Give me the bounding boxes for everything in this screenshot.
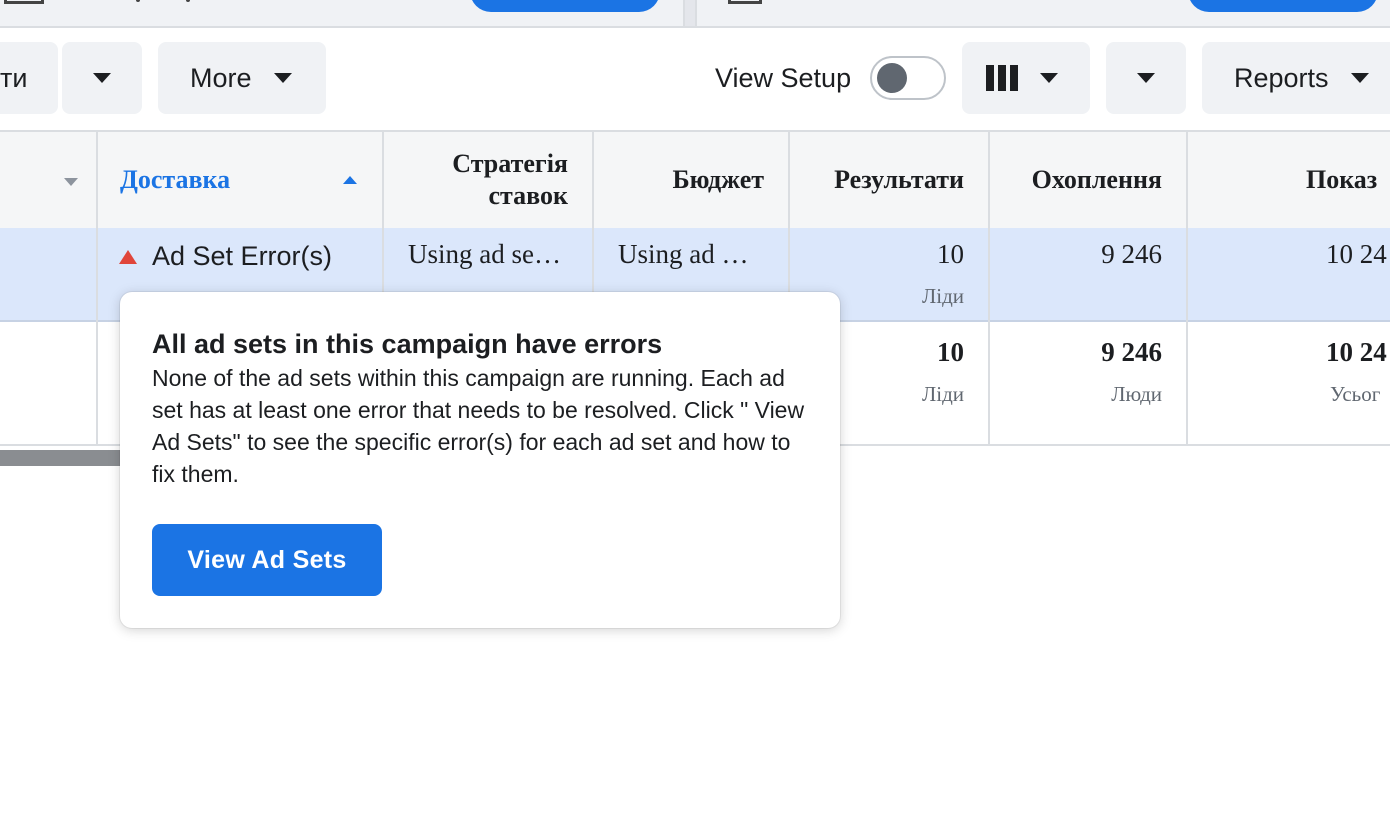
truncated-action-label: ти [0, 62, 28, 93]
header-results[interactable]: Результати [790, 164, 964, 196]
more-label: More [190, 62, 252, 93]
reports-label: Reports [1234, 62, 1329, 93]
primary-button-left[interactable] [470, 0, 660, 12]
view-ad-sets-button[interactable]: View Ad Sets [152, 524, 382, 596]
horizontal-scrollbar[interactable] [0, 450, 122, 466]
caret-down-icon [1350, 73, 1369, 83]
header-reach[interactable]: Охоплення [990, 164, 1162, 196]
reach-value: 9 246 [1101, 239, 1162, 269]
caret-down-icon [93, 73, 111, 83]
column-divider [1186, 130, 1188, 446]
header-bid-strategy-line2: ставок [488, 181, 568, 210]
sort-caret-icon[interactable] [64, 178, 78, 186]
warning-triangle-icon [119, 250, 137, 264]
impressions-total-unit: Усьог [1330, 382, 1381, 406]
dropdown-mark [136, 0, 140, 2]
header-delivery[interactable]: Доставка [120, 164, 230, 196]
caret-down-icon [1137, 73, 1155, 83]
view-setup-label: View Setup [715, 63, 852, 93]
delivery-status[interactable]: Ad Set Error(s) [152, 240, 332, 272]
column-divider [96, 130, 98, 446]
dropdown-mark [186, 0, 190, 2]
sort-ascending-icon[interactable] [343, 176, 357, 184]
breakdown-dropdown-button[interactable] [1106, 42, 1186, 114]
bid-strategy-value: Using ad se… [408, 239, 561, 269]
more-button[interactable]: More [158, 42, 326, 114]
header-budget[interactable]: Бюджет [594, 164, 764, 196]
header-impressions[interactable]: Показ [1306, 164, 1377, 196]
top-bar [0, 0, 1390, 28]
results-value: 10 [937, 239, 964, 269]
panel-divider[interactable] [683, 0, 697, 26]
caret-down-icon [273, 73, 292, 83]
columns-icon [986, 65, 1018, 91]
popover-title: All ad sets in this campaign have errors [152, 329, 663, 359]
impressions-value: 10 24 [1326, 239, 1387, 269]
table-header: Доставка Стратегія ставок Бюджет Результ… [0, 130, 1390, 230]
grid-icon[interactable] [4, 0, 44, 4]
header-bid-strategy[interactable]: Стратегія ставок [384, 148, 568, 212]
reports-button[interactable]: Reports [1202, 42, 1390, 114]
impressions-total: 10 24 [1326, 337, 1387, 367]
action-dropdown-button[interactable] [62, 42, 142, 114]
view-setup-toggle[interactable] [870, 56, 946, 100]
popover-body: None of the ad sets within this campaign… [152, 365, 805, 487]
columns-button[interactable] [962, 42, 1090, 114]
column-divider [988, 130, 990, 446]
toggle-knob [877, 63, 907, 93]
budget-value: Using ad … [618, 239, 749, 269]
reach-total-unit: Люди [1111, 382, 1162, 406]
reach-total: 9 246 [1101, 337, 1162, 367]
primary-button-right[interactable] [1188, 0, 1378, 12]
truncated-action-button[interactable]: ти [0, 42, 58, 114]
error-popover: All ad sets in this campaign have errors… [120, 292, 840, 628]
panel-icon[interactable] [728, 0, 762, 4]
caret-down-icon [1040, 73, 1058, 83]
header-bid-strategy-line1: Стратегія [452, 149, 568, 178]
